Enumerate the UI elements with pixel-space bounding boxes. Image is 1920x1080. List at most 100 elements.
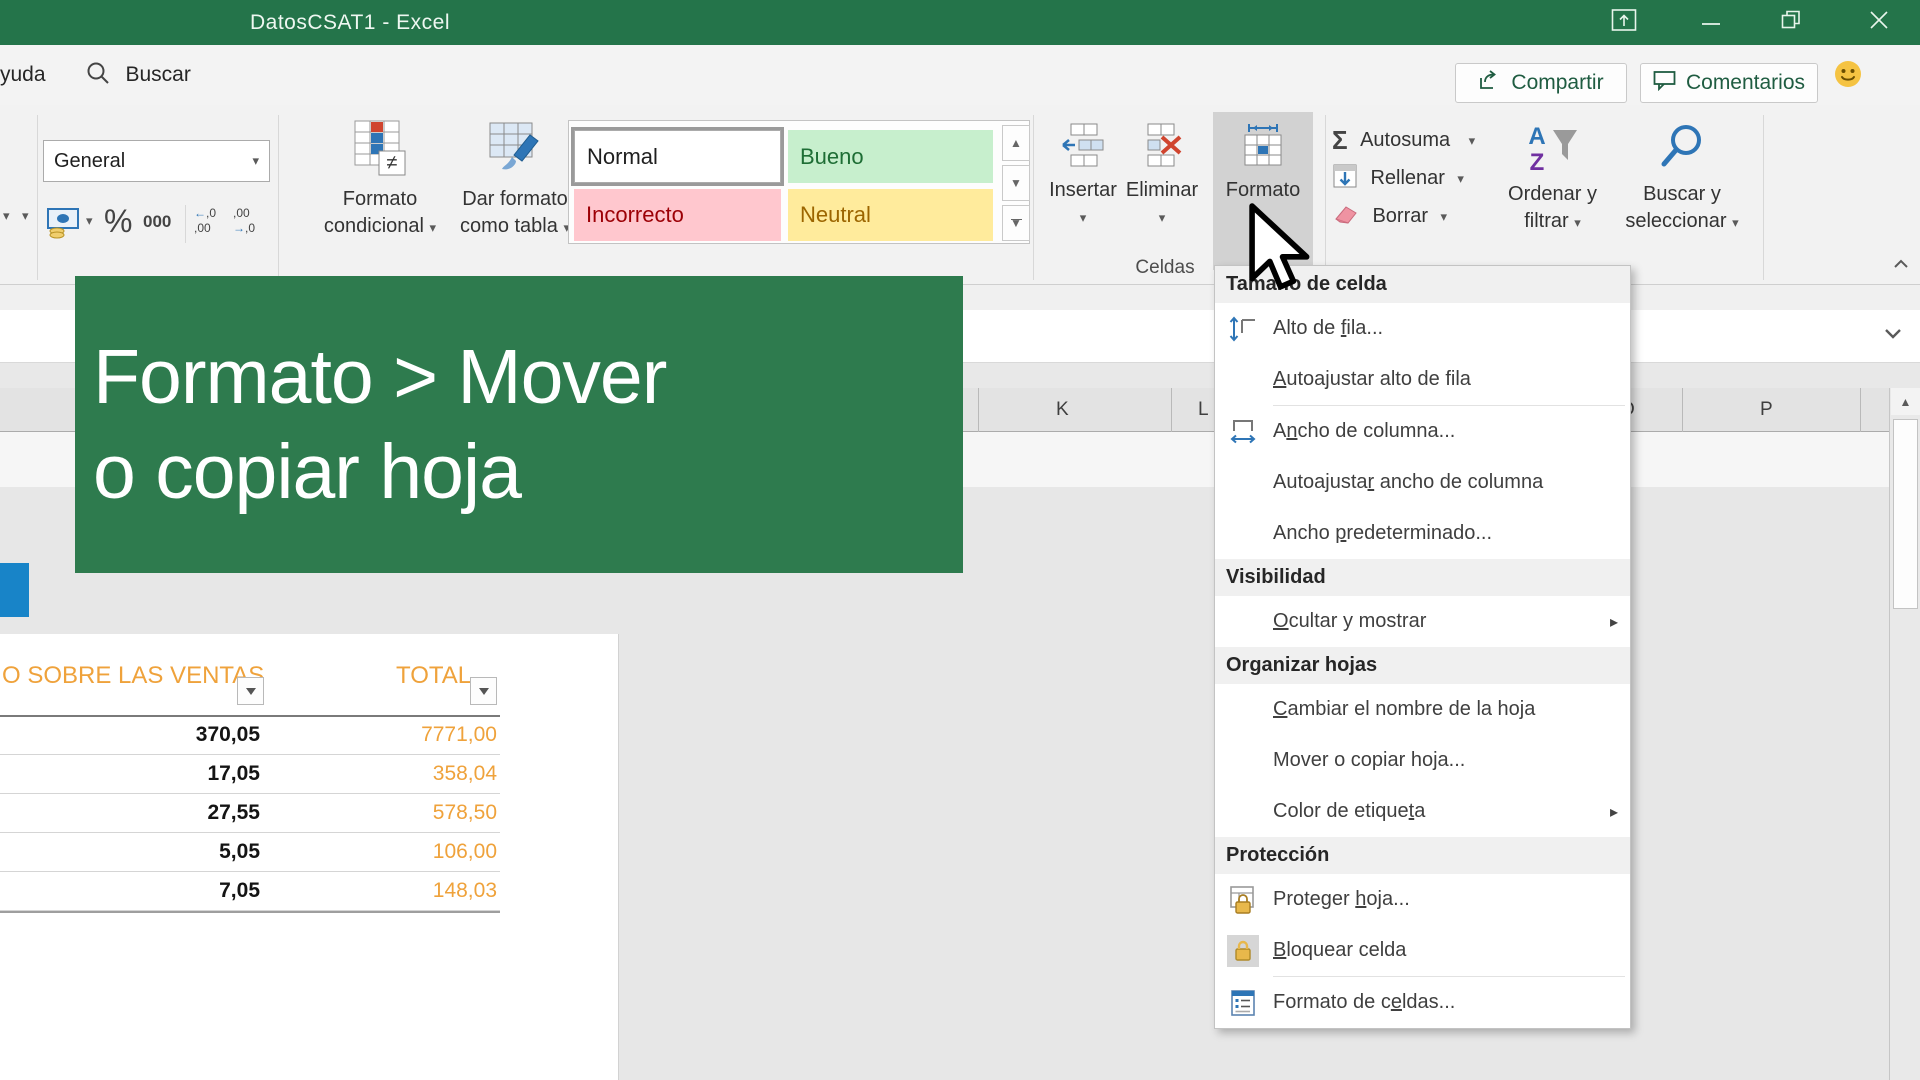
- decrease-decimal-button[interactable]: ,00→,0: [233, 206, 255, 236]
- insert-cells-button[interactable]: Insertar ▾: [1045, 120, 1121, 226]
- menu-item-mover-o-copiar-hoja[interactable]: Mover o copiar hoja...: [1215, 735, 1630, 786]
- row-height-icon: [1225, 311, 1261, 347]
- scrollbar-thumb[interactable]: [1893, 419, 1918, 609]
- cell-venta[interactable]: 17,05: [207, 755, 260, 793]
- clipped-dropdown-caret[interactable]: ▾: [3, 208, 10, 224]
- ribbon-display-options-icon: [1611, 8, 1637, 37]
- collapse-ribbon-icon[interactable]: [1893, 257, 1909, 275]
- filter-button-total[interactable]: [470, 677, 497, 705]
- svg-text:A: A: [1528, 123, 1545, 150]
- menu-item-label: Autoajustar alto de fila: [1273, 368, 1471, 391]
- cell-total[interactable]: 148,03: [433, 872, 497, 910]
- menu-item-alto-de-fila[interactable]: Alto de fila...: [1215, 303, 1630, 354]
- group-separator: [1763, 115, 1764, 280]
- scroll-up-button[interactable]: ▲: [1891, 388, 1920, 415]
- percent-style-button[interactable]: %: [104, 203, 132, 240]
- table-row[interactable]: 370,05 7771,00: [0, 716, 500, 755]
- style-neutral[interactable]: Neutral: [788, 189, 993, 241]
- comments-icon: [1653, 69, 1677, 97]
- group-separator: [1033, 115, 1034, 280]
- cell-total[interactable]: 578,50: [433, 794, 497, 832]
- gallery-more-button[interactable]: ▼: [1002, 205, 1030, 241]
- clipped-dropdown-caret[interactable]: ▾: [22, 208, 29, 224]
- autosum-button[interactable]: Σ Autosuma ▾: [1332, 125, 1475, 156]
- share-label: Compartir: [1511, 71, 1603, 95]
- gallery-scroll-down-button[interactable]: ▼: [1002, 165, 1030, 201]
- table-row[interactable]: 27,55 578,50: [0, 794, 500, 833]
- menu-item-autoajustar-alto-de-fila[interactable]: Autoajustar alto de fila: [1215, 354, 1630, 405]
- delete-cells-button[interactable]: Eliminar ▾: [1122, 120, 1202, 226]
- fill-button[interactable]: Rellenar ▾: [1332, 163, 1464, 194]
- number-format-combo[interactable]: General ▾: [43, 140, 270, 182]
- cell-venta[interactable]: 27,55: [207, 794, 260, 832]
- increase-decimal-button[interactable]: ←,0,00: [194, 206, 216, 236]
- column-header-p[interactable]: P: [1760, 388, 1773, 432]
- group-separator: [278, 115, 279, 280]
- minimize-button[interactable]: [1688, 2, 1734, 42]
- menu-item-bloquear-celda[interactable]: Bloquear celda: [1215, 925, 1630, 976]
- formula-bar-expand-icon[interactable]: [1884, 327, 1902, 346]
- gallery-scroll-up-button[interactable]: ▲: [1002, 125, 1030, 161]
- menu-item-label: Ocultar y mostrar: [1273, 610, 1426, 633]
- format-menu: Tamaño de celdaAlto de fila...Autoajusta…: [1214, 265, 1631, 1029]
- style-incorrecto[interactable]: Incorrecto: [574, 189, 781, 241]
- close-button[interactable]: [1856, 2, 1902, 42]
- cell-venta[interactable]: 7,05: [219, 872, 260, 910]
- search-label: Buscar: [125, 63, 190, 86]
- menu-item-color-de-etiqueta[interactable]: Color de etiqueta▸: [1215, 786, 1630, 837]
- format-as-table-icon: [484, 168, 546, 185]
- cell-total[interactable]: 358,04: [433, 755, 497, 793]
- ribbon-tab-row: yuda Buscar Compartir Comentarios: [0, 45, 1920, 105]
- menu-item-ancho-de-columna[interactable]: Ancho de columna...: [1215, 406, 1630, 457]
- column-header-k[interactable]: K: [1056, 388, 1069, 432]
- sort-filter-button[interactable]: A Z Ordenar yfiltrar ▾: [1495, 120, 1610, 236]
- cell-total[interactable]: 106,00: [433, 833, 497, 871]
- table-row[interactable]: 5,05 106,00: [0, 833, 500, 872]
- vertical-scrollbar[interactable]: ▲: [1889, 388, 1920, 1080]
- filter-button-ventas[interactable]: [237, 677, 264, 705]
- magnifier-icon: [1654, 163, 1710, 180]
- menu-item-formato-de-celdas[interactable]: Formato de celdas...: [1215, 977, 1630, 1028]
- find-select-button[interactable]: Buscar yseleccionar ▾: [1612, 120, 1752, 236]
- tab-ayuda-partial[interactable]: yuda: [0, 45, 46, 105]
- blank-icon: [1225, 604, 1261, 640]
- number-format-value: General: [54, 150, 125, 173]
- currency-format-button[interactable]: [46, 205, 82, 244]
- minimize-icon: [1702, 13, 1720, 31]
- clear-button[interactable]: Borrar ▾: [1332, 201, 1447, 232]
- style-normal[interactable]: Normal: [574, 130, 781, 183]
- comma-style-button[interactable]: 000: [143, 212, 171, 232]
- col-width-icon: [1225, 414, 1261, 450]
- cell-venta[interactable]: 370,05: [196, 716, 260, 754]
- table-row[interactable]: 17,05 358,04: [0, 755, 500, 794]
- tell-me-search[interactable]: Buscar: [85, 59, 191, 91]
- menu-item-proteger-hoja[interactable]: Proteger hoja...: [1215, 874, 1630, 925]
- conditional-formatting-button[interactable]: ≠ Formatocondicional ▾: [315, 115, 445, 241]
- menu-item-autoajustar-ancho-de-columna[interactable]: Autoajustar ancho de columna: [1215, 457, 1630, 508]
- menu-item-label: Ancho predeterminado...: [1273, 522, 1492, 545]
- restore-button[interactable]: [1768, 2, 1814, 42]
- table-row[interactable]: 7,05 148,03: [0, 872, 500, 911]
- smiley-icon[interactable]: [1834, 60, 1862, 93]
- share-button[interactable]: Compartir: [1455, 63, 1627, 103]
- cell-venta[interactable]: 5,05: [219, 833, 260, 871]
- blank-icon: [1225, 743, 1261, 779]
- menu-item-ocultar-y-mostrar[interactable]: Ocultar y mostrar▸: [1215, 596, 1630, 647]
- cell-total[interactable]: 7771,00: [421, 716, 497, 754]
- menu-section-header: Organizar hojas: [1215, 647, 1630, 684]
- menu-item-ancho-predeterminado[interactable]: Ancho predeterminado...: [1215, 508, 1630, 559]
- currency-dropdown-caret[interactable]: ▾: [86, 213, 93, 229]
- blank-icon: [1225, 692, 1261, 728]
- tutorial-banner: Formato > Mover o copiar hoja: [75, 276, 963, 573]
- fill-icon: [1332, 176, 1362, 193]
- selected-blue-cell[interactable]: [0, 563, 29, 617]
- menu-item-label: Mover o copiar hoja...: [1273, 749, 1465, 772]
- format-as-table-button[interactable]: Dar formatocomo tabla ▾: [450, 115, 580, 241]
- column-header-l[interactable]: L: [1198, 388, 1209, 432]
- style-bueno[interactable]: Bueno: [788, 130, 993, 183]
- window-title: DatosCSAT1 - Excel: [250, 0, 450, 45]
- ribbon-display-options-button[interactable]: [1601, 2, 1647, 42]
- menu-item-label: Formato de celdas...: [1273, 991, 1455, 1014]
- menu-item-cambiar-el-nombre-de-la-hoja[interactable]: Cambiar el nombre de la hoja: [1215, 684, 1630, 735]
- comments-button[interactable]: Comentarios: [1640, 63, 1818, 103]
